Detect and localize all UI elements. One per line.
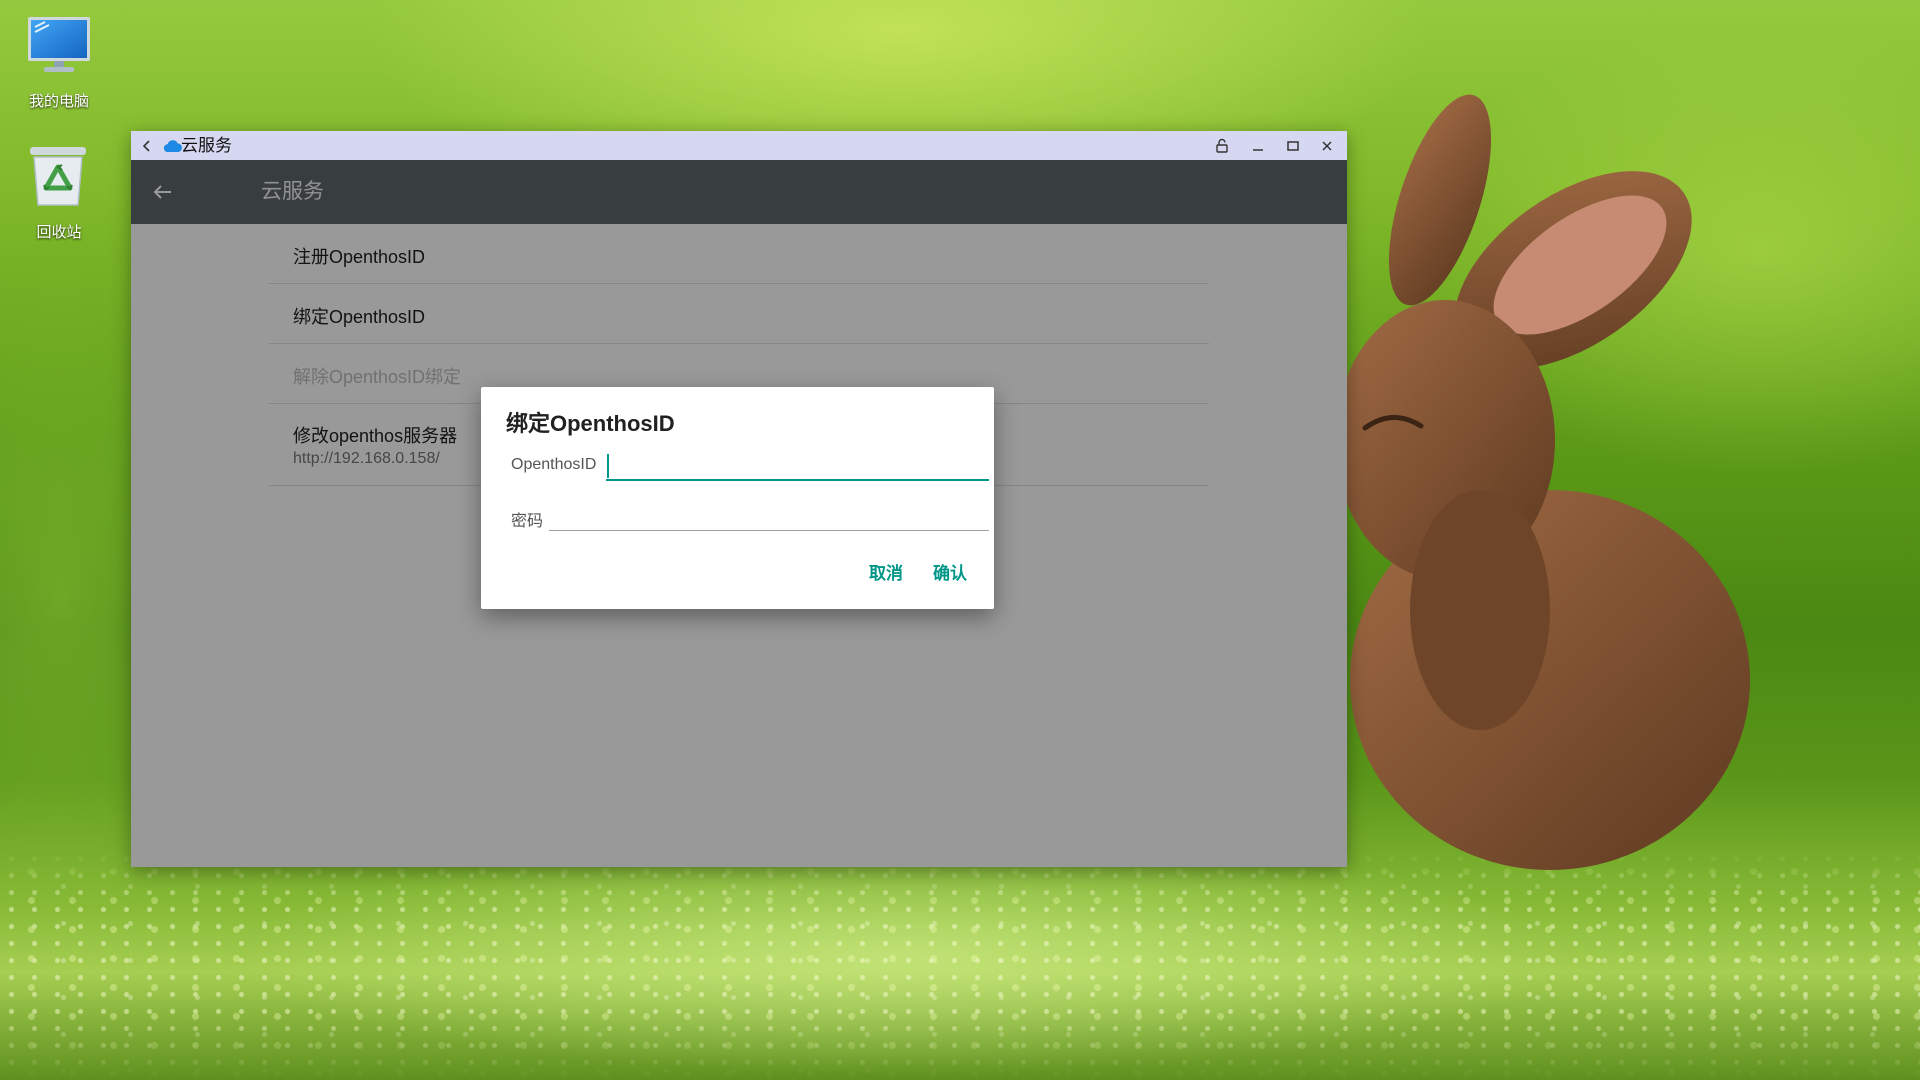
cloud-icon xyxy=(162,137,182,155)
desktop-icon-label: 我的电脑 xyxy=(28,93,89,110)
desktop-icon-my-computer[interactable]: 我的电脑 xyxy=(9,1,109,111)
confirm-button[interactable]: 确认 xyxy=(927,559,973,589)
window-title: 云服务 xyxy=(181,136,232,155)
maximize-icon[interactable] xyxy=(1283,136,1303,156)
password-label: 密码 xyxy=(511,513,544,530)
openthos-id-label: OpenthosID xyxy=(511,456,597,473)
desktop-icon-recycle-bin[interactable]: 回收站 xyxy=(9,132,109,242)
openthos-id-input[interactable] xyxy=(606,449,989,481)
chevron-left-icon[interactable] xyxy=(137,136,157,156)
rotate-lock-icon[interactable] xyxy=(1212,136,1232,156)
password-input[interactable] xyxy=(549,500,989,531)
text-caret xyxy=(607,454,609,478)
desktop-icon-label: 回收站 xyxy=(36,224,82,241)
bind-id-dialog: 绑定OpenthosID OpenthosID 密码 取消 确认 xyxy=(481,387,994,609)
window-titlebar[interactable]: 云服务 xyxy=(131,131,1347,160)
close-icon[interactable] xyxy=(1317,136,1337,156)
dialog-title: 绑定OpenthosID xyxy=(506,411,675,436)
wallpaper-rabbit xyxy=(1335,94,1750,870)
recycle-bin-icon xyxy=(30,147,86,206)
computer-icon xyxy=(28,17,90,72)
wallpaper-flowers xyxy=(0,850,1920,1080)
minimize-icon[interactable] xyxy=(1248,136,1268,156)
cancel-button[interactable]: 取消 xyxy=(863,559,909,589)
